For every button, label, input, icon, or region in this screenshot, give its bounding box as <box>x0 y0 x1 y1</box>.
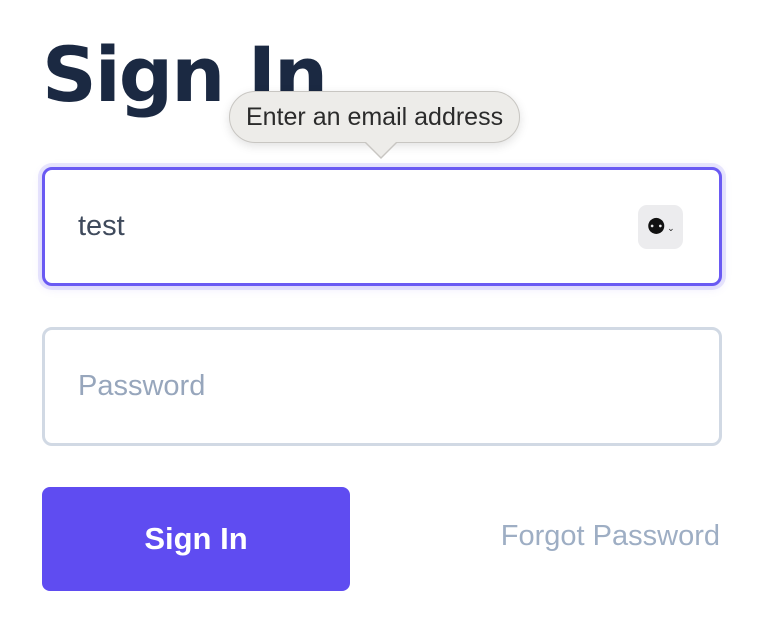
email-field[interactable]: ⚉ ⌄ <box>42 167 722 286</box>
sign-in-button[interactable]: Sign In <box>42 487 350 591</box>
sign-in-page: Sign In ⚉ ⌄ Enter an email address Sign … <box>0 0 770 638</box>
email-input[interactable] <box>78 170 618 283</box>
key-icon: ⚉ <box>646 214 667 239</box>
password-manager-button[interactable]: ⚉ ⌄ <box>638 205 683 249</box>
forgot-password-link[interactable]: Forgot Password <box>501 520 720 553</box>
chevron-down-icon: ⌄ <box>667 222 675 233</box>
password-field[interactable] <box>42 327 722 446</box>
validation-tooltip: Enter an email address <box>229 91 521 159</box>
password-input[interactable] <box>78 330 618 443</box>
